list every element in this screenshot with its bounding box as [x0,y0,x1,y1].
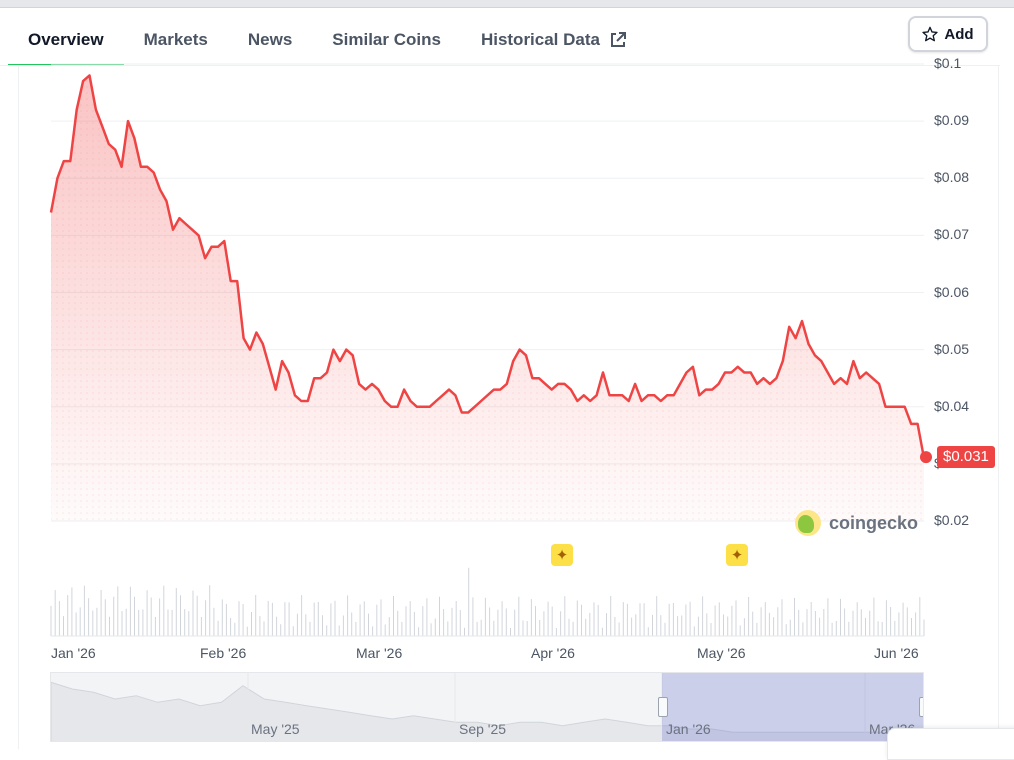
coingecko-logo-icon [795,510,821,536]
range-navigator[interactable]: May '25 Sep '25 Jan '26 Mar '26 [50,672,924,742]
y-tick-label: $0.05 [934,340,970,357]
coingecko-watermark-text: coingecko [829,512,919,533]
corner-widget [887,728,1014,760]
x-tick-label: Mar '26 [356,645,403,661]
navigator-left-handle[interactable] [658,697,668,717]
y-tick-label: $0.02 [934,512,970,528]
y-tick-label: $0.09 [934,112,970,129]
event-marker-1[interactable]: ✦ [551,544,573,566]
sparkle-icon: ✦ [730,547,744,564]
navigator-label-sep-25: Sep '25 [459,721,507,737]
y-tick-label: $0.06 [934,283,970,300]
x-tick-label: Apr '26 [531,645,575,661]
sparkle-icon: ✦ [555,547,569,564]
navigator-label-may-25: May '25 [251,721,300,737]
navigator-label-jan-26: Jan '26 [666,721,711,737]
y-tick-label: $0.07 [934,226,970,243]
event-marker-2[interactable]: ✦ [726,544,748,566]
x-tick-label: Feb '26 [200,645,247,661]
y-tick-label: $0.1 [934,55,962,71]
coingecko-watermark: coingecko [795,510,918,536]
x-tick-label: Jun '26 [874,645,919,661]
y-tick-label: $0.04 [934,397,970,414]
x-tick-label: May '26 [697,645,746,661]
price-chart[interactable] [0,0,1014,749]
y-tick-label: $0.08 [934,169,970,186]
current-price-dot[interactable] [920,451,932,464]
current-price-badge: $0.031 [937,446,995,468]
navigator-right-handle[interactable] [919,697,923,717]
x-tick-label: Jan '26 [51,645,96,661]
price-area-texture [51,75,924,522]
